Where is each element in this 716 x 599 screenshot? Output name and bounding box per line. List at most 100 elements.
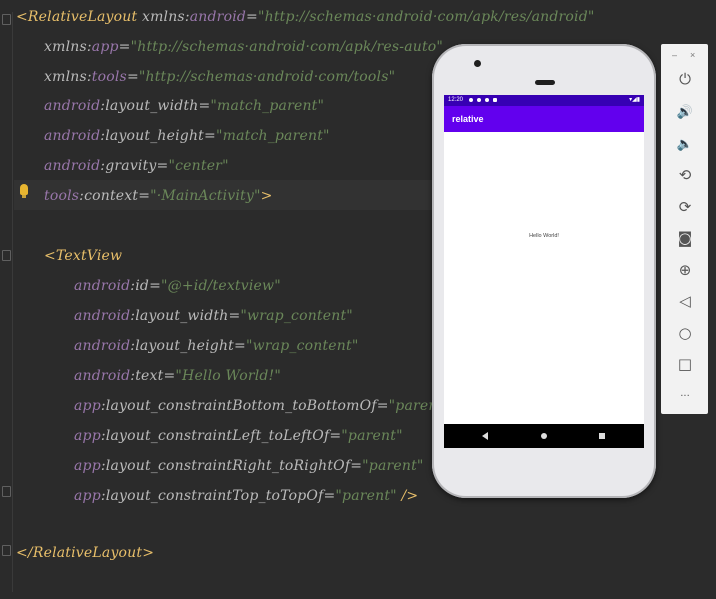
namespace: app <box>74 488 101 504</box>
equals: = <box>228 308 241 324</box>
equals: = <box>156 158 169 174</box>
attr-name: :gravity <box>100 158 157 174</box>
home-icon[interactable]: ○ <box>674 322 696 344</box>
namespace: android <box>44 98 101 114</box>
code-line[interactable]: tools:context="·MainActivity"> <box>44 186 273 206</box>
xml-tag: <TextView <box>44 248 123 264</box>
minimize-button[interactable]: – <box>672 50 677 60</box>
close-button[interactable]: × <box>690 50 695 60</box>
code-line[interactable]: android:text="Hello World!" <box>74 366 281 386</box>
attr-value: "http://schemas·android·com/apk/res-auto… <box>130 39 444 55</box>
code-line[interactable]: android:layout_width="wrap_content" <box>74 306 353 326</box>
recents-icon[interactable] <box>599 433 605 439</box>
xmlns-prefix: xmlns: <box>44 69 92 85</box>
volume-up-icon[interactable]: 🔊 <box>674 101 696 123</box>
namespace: tools <box>44 188 80 204</box>
code-line[interactable]: app:layout_constraintLeft_toLeftOf="pare… <box>74 426 403 446</box>
notification-icon <box>469 98 473 102</box>
code-line[interactable]: android:gravity="center" <box>44 156 229 176</box>
power-icon[interactable]: ⏻ <box>674 68 696 90</box>
overview-icon[interactable]: □ <box>674 353 696 375</box>
camera-icon <box>474 60 481 67</box>
attr-value: "@+id/textview" <box>161 278 281 294</box>
code-line[interactable]: android:id="@+id/textview" <box>74 276 281 296</box>
fold-marker-icon[interactable] <box>2 545 11 556</box>
fold-marker-icon[interactable] <box>2 250 11 261</box>
equals: = <box>329 428 342 444</box>
code-line[interactable]: android:layout_width="match_parent" <box>44 96 324 116</box>
rotate-left-icon[interactable]: ⟲ <box>674 164 696 186</box>
code-line[interactable]: xmlns:tools="http://schemas·android·com/… <box>44 67 395 87</box>
code-line[interactable]: xmlns:app="http://schemas·android·com/ap… <box>44 37 443 57</box>
equals: = <box>126 69 139 85</box>
speaker-grille <box>535 80 555 85</box>
namespace: android <box>44 128 101 144</box>
attr-value: "wrap_content" <box>245 338 359 354</box>
namespace: app <box>74 398 101 414</box>
equals: = <box>376 398 389 414</box>
status-bar: 12:20 ▾◢▮ <box>444 95 644 106</box>
namespace: android <box>74 368 131 384</box>
equals: = <box>163 368 176 384</box>
equals: = <box>198 98 211 114</box>
attr-value: "center" <box>168 158 229 174</box>
more-icon[interactable]: ··· <box>674 385 696 407</box>
code-line[interactable]: app:layout_constraintTop_toTopOf="parent… <box>74 486 418 506</box>
attr-name: :layout_constraintRight_toRightOf <box>100 458 351 474</box>
fold-marker-icon[interactable] <box>2 486 11 497</box>
attr-name: :layout_constraintBottom_toBottomOf <box>100 398 377 414</box>
tag-close: > <box>260 188 273 204</box>
rotate-right-icon[interactable]: ⟳ <box>674 196 696 218</box>
attr-name: :context <box>79 188 139 204</box>
attr-name: app <box>91 39 119 55</box>
attr-value: "match_parent" <box>210 98 325 114</box>
fold-marker-icon[interactable] <box>2 14 11 25</box>
attr-name: :layout_height <box>100 128 205 144</box>
volume-down-icon[interactable]: 🔈 <box>674 133 696 155</box>
code-line[interactable]: </RelativeLayout> <box>16 543 154 563</box>
attr-name: :layout_width <box>130 308 229 324</box>
code-line[interactable]: app:layout_constraintBottom_toBottomOf="… <box>74 396 450 416</box>
xmlns-prefix: xmlns: <box>44 39 92 55</box>
namespace: app <box>74 428 101 444</box>
signal-battery-icon: ▾◢▮ <box>629 97 640 103</box>
zoom-icon[interactable]: ⊕ <box>674 259 696 281</box>
namespace: android <box>74 308 131 324</box>
code-line[interactable]: android:layout_height="wrap_content" <box>74 336 358 356</box>
equals: = <box>149 278 161 294</box>
xml-tag: <RelativeLayout <box>16 9 138 25</box>
attr-name: :layout_height <box>130 338 235 354</box>
lightbulb-icon[interactable] <box>20 184 28 198</box>
screenshot-icon[interactable]: ◙ <box>674 227 696 249</box>
back-icon[interactable]: ◁ <box>674 290 696 312</box>
xmlns-prefix: xmlns: <box>141 9 190 25</box>
attr-value: "http://schemas·android·com/apk/res/andr… <box>257 9 595 25</box>
attr-value: "parent" <box>341 428 403 444</box>
back-icon[interactable] <box>482 432 488 440</box>
code-line[interactable]: <TextView <box>44 246 122 266</box>
namespace: android <box>74 338 131 354</box>
attr-value: "parent" <box>335 488 397 504</box>
equals: = <box>246 9 258 25</box>
namespace: app <box>74 458 101 474</box>
code-line[interactable]: app:layout_constraintRight_toRightOf="pa… <box>74 456 424 476</box>
app-bar: relative <box>444 106 644 132</box>
attr-value: "parent" <box>362 458 424 474</box>
emulator-toolbar: – × ⏻ 🔊 🔈 ⟲ ⟳ ◙ ⊕ ◁ ○ □ ··· <box>661 44 708 414</box>
equals: = <box>138 188 151 204</box>
status-time: 12:20 <box>448 97 464 103</box>
phone-emulator: 12:20 ▾◢▮ relative Hello World! <box>432 44 656 498</box>
code-line[interactable]: android:layout_height="match_parent" <box>44 126 330 146</box>
home-icon[interactable] <box>541 433 547 439</box>
equals: = <box>234 338 246 354</box>
equals: = <box>323 488 336 504</box>
nav-bar <box>444 424 644 448</box>
attr-name: :layout_width <box>100 98 199 114</box>
namespace: android <box>44 158 101 174</box>
attr-value: "Hello World!" <box>175 368 282 384</box>
code-line[interactable]: <RelativeLayout xmlns:android="http://sc… <box>16 7 595 27</box>
equals: = <box>204 128 216 144</box>
attr-name: :layout_constraintLeft_toLeftOf <box>100 428 330 444</box>
notification-icon <box>493 98 497 102</box>
device-screen[interactable]: 12:20 ▾◢▮ relative Hello World! <box>444 95 644 448</box>
